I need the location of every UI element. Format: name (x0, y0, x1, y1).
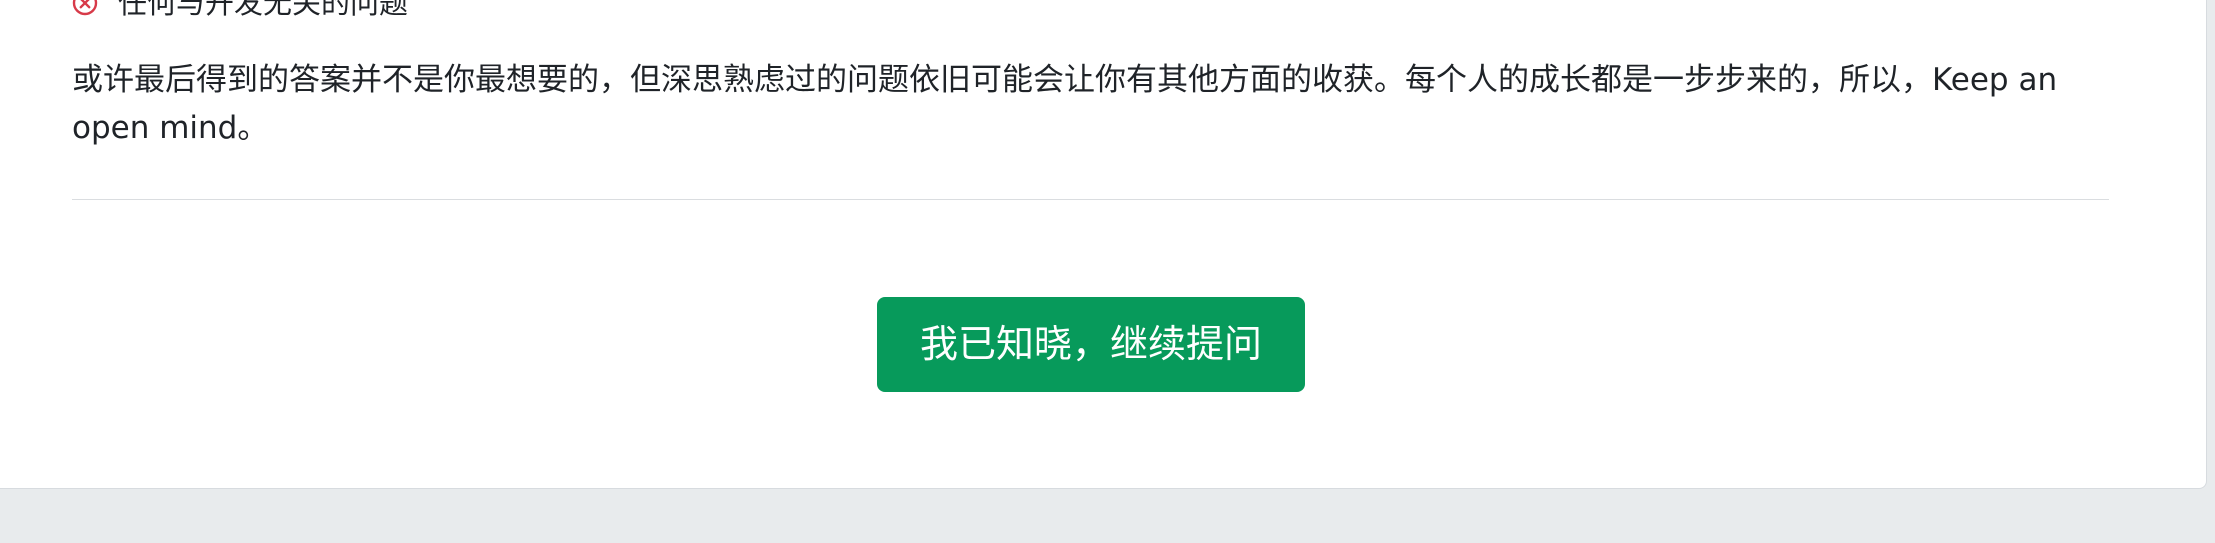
circle-x-icon (72, 0, 98, 16)
divider (72, 199, 2109, 200)
acknowledge-continue-button[interactable]: 我已知晓，继续提问 (877, 297, 1305, 392)
guidance-note: 或许最后得到的答案并不是你最想要的，但深思熟虑过的问题依旧可能会让你有其他方面的… (72, 62, 2058, 146)
content-card: 任何与开发无关的问题 或许最后得到的答案并不是你最想要的，但深思熟虑过的问题依旧… (0, 0, 2207, 489)
rule-item-non-dev: 任何与开发无关的问题 (72, 0, 408, 20)
rule-item-label: 任何与开发无关的问题 (118, 0, 409, 20)
